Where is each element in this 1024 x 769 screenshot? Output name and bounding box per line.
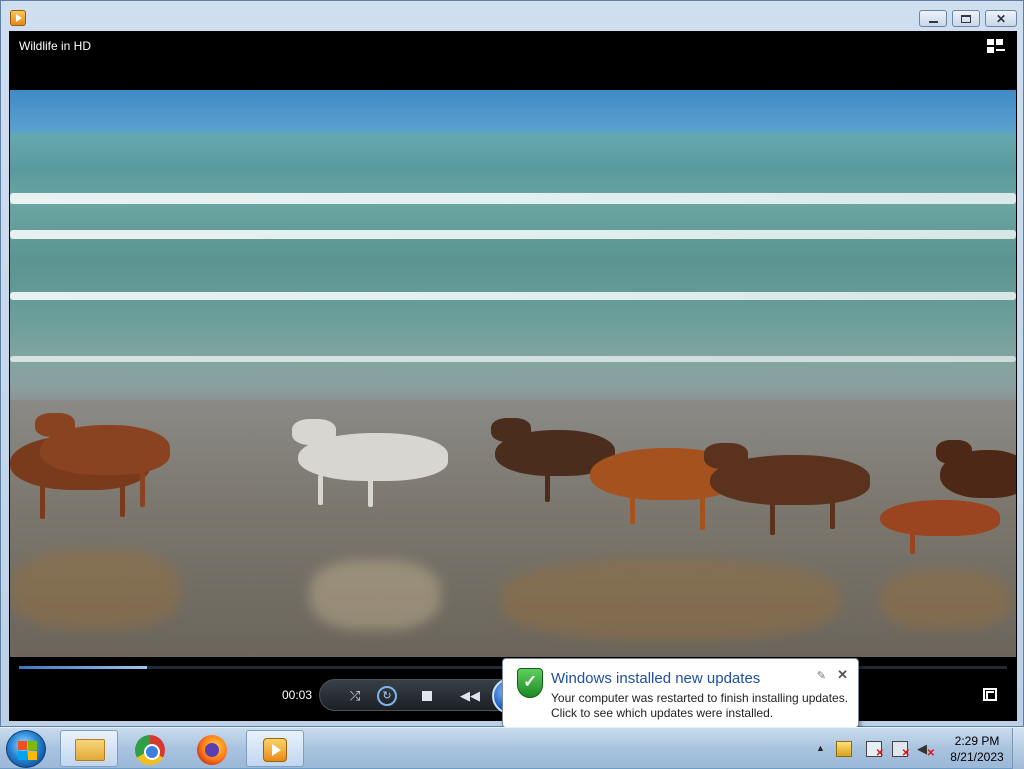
show-desktop-button[interactable]	[1012, 728, 1024, 769]
clock-date: 8/21/2023	[950, 750, 1004, 764]
notification-line-2: Click to see which updates were installe…	[551, 706, 774, 720]
notification-close-icon[interactable]: ✕	[837, 667, 848, 683]
seek-progress	[19, 666, 148, 669]
now-playing-title: Wildlife in HD	[19, 39, 92, 53]
repeat-icon[interactable]: ↻	[377, 686, 397, 706]
network-icon[interactable]: ✕	[892, 741, 910, 759]
stop-icon	[422, 691, 432, 701]
horse	[35, 413, 170, 507]
wave	[10, 356, 1016, 362]
stop-button[interactable]	[418, 687, 436, 705]
taskbar-explorer[interactable]	[60, 730, 118, 767]
shield-check-icon	[517, 668, 543, 698]
pin-icon[interactable]: ✎	[817, 669, 826, 682]
start-button[interactable]	[6, 730, 46, 768]
horse	[880, 500, 1000, 554]
reflection	[500, 560, 840, 640]
notification-message: Your computer was restarted to finish in…	[551, 691, 848, 721]
action-center-flag-icon[interactable]: ✕	[866, 741, 884, 759]
close-icon: ✕	[995, 11, 1007, 26]
clock-time: 2:29 PM	[954, 734, 1000, 748]
wave	[10, 193, 1016, 204]
taskbar-chrome[interactable]	[122, 730, 180, 767]
previous-button[interactable]: ◀◀	[458, 687, 482, 705]
media-player-icon	[10, 10, 26, 26]
volume-muted-icon[interactable]: ◀ ✕	[917, 741, 935, 759]
elapsed-time: 00:03	[282, 688, 313, 702]
media-player-window: ✕ Wildlife in HD 00:03 ⤮ ↻ ◀◀	[0, 0, 1024, 727]
transport-pill: ⤮ ↻ ◀◀	[319, 678, 529, 714]
windows-update-icon[interactable]	[836, 741, 852, 757]
minimize-button[interactable]	[919, 10, 947, 27]
taskbar: ▲ ✕ ✕ ◀ ✕ 2:29 PM 8/21/2023	[0, 727, 1024, 769]
reflection	[310, 560, 440, 630]
reflection	[880, 570, 1010, 630]
horse	[936, 440, 1016, 498]
folder-icon	[75, 739, 105, 761]
chrome-icon	[135, 735, 165, 765]
player-area: Wildlife in HD 00:03 ⤮ ↻ ◀◀	[9, 31, 1017, 721]
notification-line-1: Your computer was restarted to finish in…	[551, 691, 849, 705]
horse	[704, 443, 870, 535]
taskbar-media-player[interactable]	[246, 730, 304, 767]
taskbar-firefox[interactable]	[184, 730, 242, 767]
media-player-icon	[263, 738, 287, 762]
show-hidden-icons-icon[interactable]: ▲	[816, 743, 832, 759]
wave	[10, 292, 1016, 300]
reflection	[10, 550, 180, 630]
maximize-button[interactable]	[952, 10, 980, 27]
firefox-icon	[197, 735, 227, 765]
system-tray: ▲ ✕ ✕ ◀ ✕	[812, 728, 942, 769]
wave	[10, 230, 1016, 239]
clock[interactable]: 2:29 PM 8/21/2023	[942, 733, 1012, 765]
shuffle-icon[interactable]: ⤮	[346, 687, 364, 705]
update-notification[interactable]: Windows installed new updates Your compu…	[502, 658, 859, 741]
video-frame[interactable]	[10, 90, 1016, 657]
switch-to-library-icon[interactable]	[987, 39, 1005, 55]
horse	[292, 419, 448, 507]
fullscreen-icon[interactable]	[983, 688, 997, 701]
close-button[interactable]: ✕	[985, 10, 1017, 27]
maximize-icon	[961, 14, 971, 23]
minimize-icon	[928, 20, 938, 23]
window-titlebar[interactable]: ✕	[1, 1, 1023, 31]
notification-title: Windows installed new updates	[551, 670, 761, 687]
